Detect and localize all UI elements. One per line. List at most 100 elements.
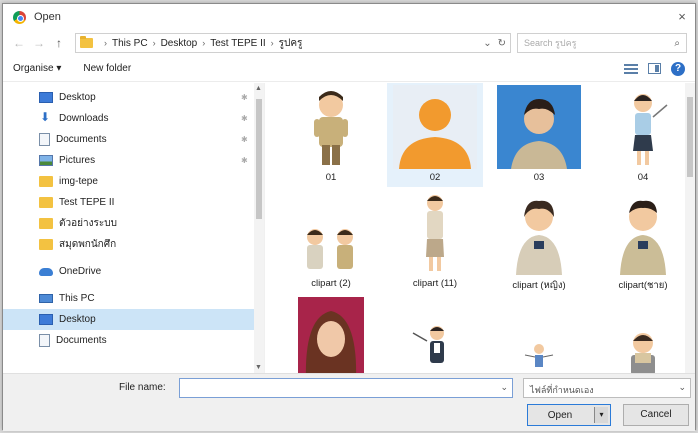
sidebar-item-label: OneDrive bbox=[59, 266, 102, 277]
file-item[interactable] bbox=[491, 295, 587, 373]
scroll-up-icon[interactable]: ▲ bbox=[255, 85, 262, 92]
search-input[interactable]: Search รูปครู ⌕ bbox=[517, 33, 687, 53]
sidebar-item-label: Documents bbox=[56, 134, 107, 145]
breadcrumb-desktop[interactable]: Desktop bbox=[161, 38, 198, 49]
file-type-select[interactable]: ไฟล์ที่กำหนดเอง ⌄ bbox=[523, 378, 691, 398]
sidebar-item-sample-system[interactable]: ตัวอย่างระบบ bbox=[3, 213, 264, 234]
pin-icon: ✱ bbox=[241, 93, 248, 102]
content-scrollbar[interactable] bbox=[685, 83, 695, 373]
image-thumbnail bbox=[497, 297, 581, 373]
folder-icon bbox=[80, 36, 93, 48]
sidebar-item-documents[interactable]: Documents ✱ bbox=[3, 129, 264, 150]
dialog-footer: File name: ⌄ ไฟล์ที่กำหนดเอง ⌄ Open ▾ Ca… bbox=[3, 373, 695, 431]
image-thumbnail bbox=[497, 85, 581, 169]
file-item[interactable]: clipart(ชาย) bbox=[595, 189, 691, 293]
navigation-pane: Desktop ✱ Downloads ✱ Documents ✱ Pictur… bbox=[3, 83, 265, 373]
sidebar-item-label: img-tepe bbox=[59, 176, 98, 187]
image-thumbnail bbox=[601, 191, 685, 275]
back-button[interactable]: ← bbox=[11, 35, 27, 51]
sidebar-item-label: Downloads bbox=[59, 113, 109, 124]
breadcrumb-this-pc[interactable]: This PC bbox=[112, 38, 148, 49]
file-item[interactable] bbox=[387, 295, 483, 373]
search-placeholder: Search รูปครู bbox=[524, 38, 577, 48]
address-dropdown-icon[interactable]: ⌄ bbox=[483, 38, 491, 49]
onedrive-icon bbox=[39, 267, 53, 276]
scroll-down-icon[interactable]: ▼ bbox=[255, 364, 262, 371]
file-item[interactable]: clipart (หญิง) bbox=[491, 189, 587, 293]
file-item[interactable] bbox=[595, 295, 691, 373]
view-options-icon[interactable] bbox=[624, 63, 638, 74]
image-thumbnail bbox=[497, 191, 581, 275]
scrollbar-thumb[interactable] bbox=[256, 99, 262, 219]
folder-icon bbox=[39, 239, 53, 250]
sidebar-item-test-tepe[interactable]: Test TEPE II bbox=[3, 192, 264, 213]
chevron-down-icon[interactable]: ⌄ bbox=[500, 382, 508, 393]
desktop-icon bbox=[39, 314, 53, 325]
navigation-bar: ← → ↑ › This PC › Desktop › Test TEPE II… bbox=[3, 30, 695, 56]
breadcrumb-current-folder[interactable]: รูปครู bbox=[279, 36, 303, 51]
file-name-field[interactable]: ⌄ bbox=[179, 378, 513, 398]
organise-button[interactable]: Organise ▾ bbox=[13, 63, 61, 74]
file-type-value: ไฟล์ที่กำหนดเอง bbox=[530, 385, 594, 395]
cancel-button[interactable]: Cancel bbox=[623, 404, 689, 426]
file-name: 04 bbox=[637, 172, 649, 183]
file-list: 01 02 03 04 clipart (2) clipart (11) cli… bbox=[265, 83, 695, 373]
file-item[interactable]: 04 bbox=[595, 83, 691, 187]
address-bar[interactable]: › This PC › Desktop › Test TEPE II › รูป… bbox=[75, 33, 511, 53]
sidebar-item-this-pc[interactable]: This PC bbox=[3, 288, 264, 309]
image-thumbnail bbox=[289, 85, 373, 169]
sidebar-item-desktop-pc[interactable]: Desktop bbox=[3, 309, 264, 330]
file-item[interactable]: 01 bbox=[283, 83, 379, 187]
sidebar-item-downloads[interactable]: Downloads ✱ bbox=[3, 108, 264, 129]
forward-button[interactable]: → bbox=[31, 35, 47, 51]
sidebar-item-label: Pictures bbox=[59, 155, 96, 166]
folder-icon bbox=[39, 176, 53, 187]
file-item[interactable]: clipart (2) bbox=[283, 189, 379, 293]
new-folder-button[interactable]: New folder bbox=[83, 63, 131, 74]
main-area: Desktop ✱ Downloads ✱ Documents ✱ Pictur… bbox=[3, 83, 695, 373]
file-item[interactable] bbox=[283, 295, 379, 373]
sidebar-scrollbar[interactable]: ▲ ▼ bbox=[254, 83, 264, 373]
desktop-icon bbox=[39, 92, 53, 103]
sidebar-item-label: ตัวอย่างระบบ bbox=[59, 218, 117, 229]
refresh-icon[interactable]: ↻ bbox=[498, 38, 506, 49]
window-title: Open bbox=[34, 11, 61, 23]
search-icon: ⌕ bbox=[674, 37, 680, 49]
sidebar-item-desktop[interactable]: Desktop ✱ bbox=[3, 87, 264, 108]
scrollbar-thumb[interactable] bbox=[687, 97, 693, 177]
open-button-label: Open bbox=[547, 409, 573, 421]
breadcrumb-separator: › bbox=[104, 38, 107, 48]
file-name: clipart (2) bbox=[311, 278, 351, 289]
file-item[interactable]: 03 bbox=[491, 83, 587, 187]
help-icon[interactable]: ? bbox=[671, 61, 685, 76]
title-bar: Open × bbox=[3, 4, 695, 30]
file-item[interactable]: 02 bbox=[387, 83, 483, 187]
close-button[interactable]: × bbox=[673, 8, 691, 26]
sidebar-item-img-tepe[interactable]: img-tepe bbox=[3, 171, 264, 192]
breadcrumb-separator: › bbox=[152, 38, 156, 48]
open-options-dropdown[interactable]: ▾ bbox=[594, 407, 608, 423]
image-thumbnail bbox=[298, 297, 364, 373]
breadcrumb-separator: › bbox=[270, 38, 274, 48]
pin-icon: ✱ bbox=[241, 156, 248, 165]
open-dialog: Open × ← → ↑ › This PC › Desktop › Test … bbox=[2, 3, 696, 431]
download-icon bbox=[39, 110, 53, 124]
sidebar-item-documents-pc[interactable]: Documents bbox=[3, 330, 264, 351]
file-name: clipart (11) bbox=[412, 278, 458, 289]
open-button[interactable]: Open ▾ bbox=[527, 404, 611, 426]
documents-icon bbox=[39, 334, 50, 347]
breadcrumb-test-tepe[interactable]: Test TEPE II bbox=[210, 38, 265, 49]
sidebar-item-student-book[interactable]: สมุดพกนักศึก bbox=[3, 234, 264, 255]
sidebar-item-pictures[interactable]: Pictures ✱ bbox=[3, 150, 264, 171]
file-name: clipart (หญิง) bbox=[512, 280, 566, 291]
folder-icon bbox=[39, 218, 53, 229]
file-name: 01 bbox=[325, 172, 337, 183]
folder-icon bbox=[39, 197, 53, 208]
image-thumbnail bbox=[393, 297, 477, 373]
pin-icon: ✱ bbox=[241, 114, 248, 123]
preview-pane-icon[interactable] bbox=[648, 63, 661, 74]
up-button[interactable]: ↑ bbox=[51, 35, 67, 51]
sidebar-item-label: Desktop bbox=[59, 314, 96, 325]
sidebar-item-onedrive[interactable]: OneDrive bbox=[3, 261, 264, 282]
file-item[interactable]: clipart (11) bbox=[387, 189, 483, 293]
